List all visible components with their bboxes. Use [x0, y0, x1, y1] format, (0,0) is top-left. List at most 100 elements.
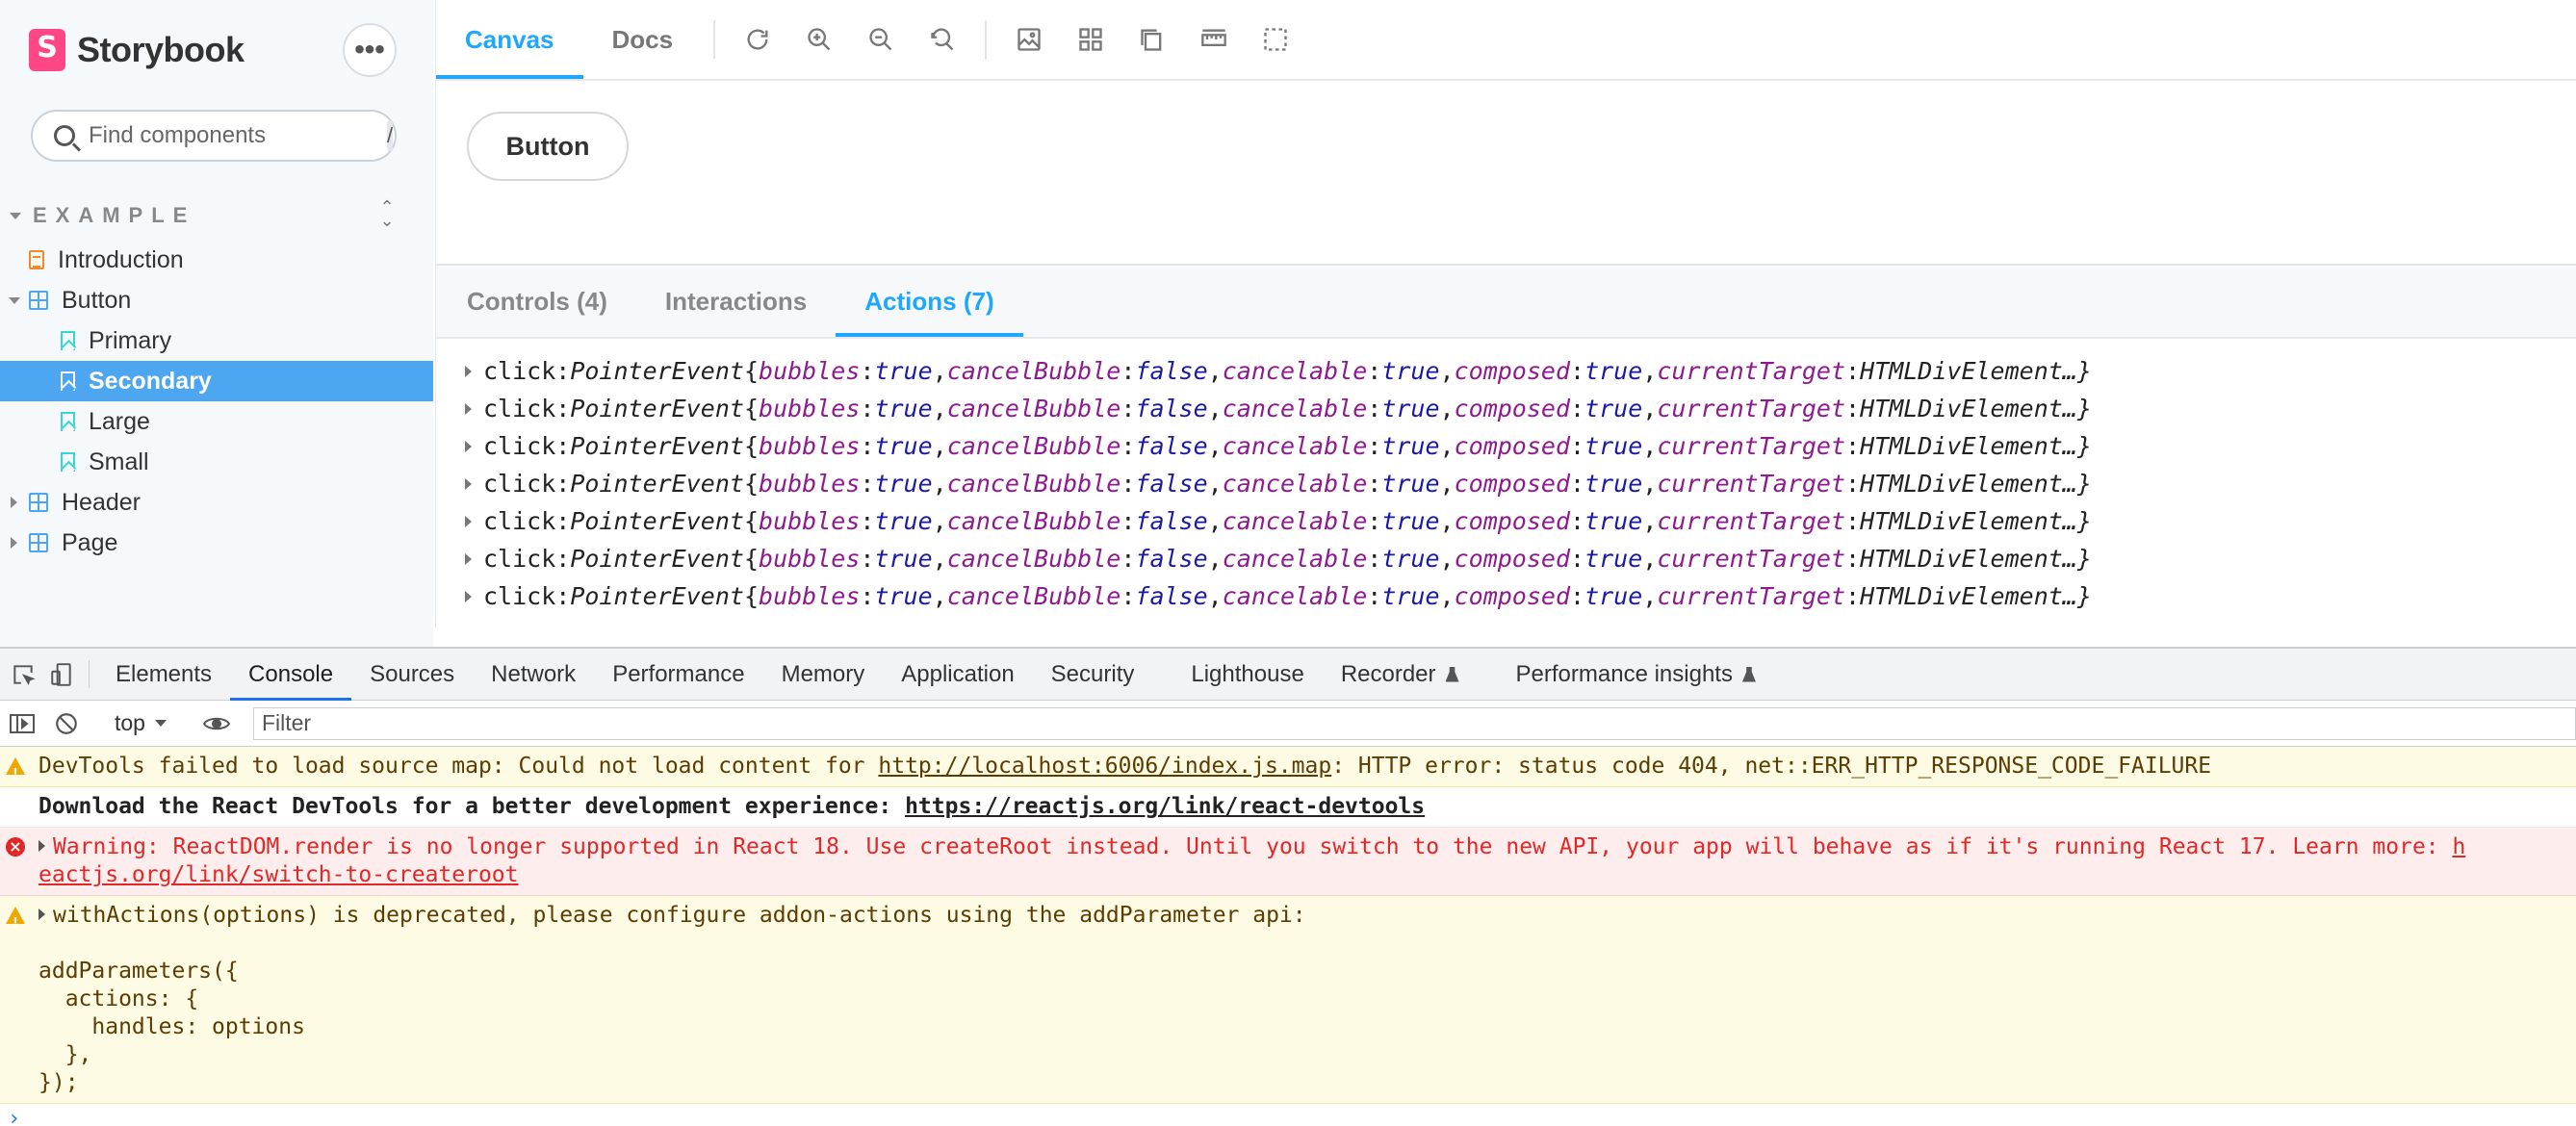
sidebar-item-label: Primary — [89, 326, 172, 354]
devtools-tab-memory[interactable]: Memory — [763, 649, 884, 700]
action-prop-key: cancelBubble — [946, 507, 1121, 535]
devtools-tab-lighthouse[interactable]: Lighthouse — [1172, 649, 1322, 700]
expand-all-icon[interactable]: ⌃ ⌄ — [375, 198, 399, 229]
devtools-tab-network[interactable]: Network — [473, 649, 594, 700]
device-toolbar-icon[interactable] — [42, 649, 81, 700]
collapsed-caret-icon — [11, 497, 17, 508]
tab-docs[interactable]: Docs — [583, 0, 703, 79]
chevron-down-icon — [154, 720, 167, 727]
sidebar-item-secondary[interactable]: Secondary — [0, 361, 433, 401]
devtools-tab-application[interactable]: Application — [883, 649, 1032, 700]
grid-icon[interactable] — [1060, 0, 1121, 79]
devtools-tab-label: Recorder — [1340, 660, 1436, 687]
console-filter-input[interactable] — [252, 706, 2576, 740]
zoom-in-icon[interactable] — [788, 0, 850, 79]
action-prop-key: composed — [1454, 432, 1571, 460]
group-example[interactable]: EXAMPLE ⌃ ⌄ — [10, 198, 399, 233]
action-prop-key: cancelBubble — [946, 357, 1121, 385]
devtools-tab-security[interactable]: Security — [1033, 649, 1173, 700]
expand-caret-icon — [465, 515, 472, 527]
tab-interactions[interactable]: Interactions — [636, 266, 836, 337]
bookmark-icon — [61, 452, 75, 472]
context-selector[interactable]: top — [101, 710, 180, 736]
sidebar-item-label: Button — [62, 286, 132, 314]
zoom-out-icon[interactable] — [850, 0, 912, 79]
devtools-panel: Elements Console Sources Network Perform… — [0, 647, 2576, 1126]
action-row[interactable]: click: PointerEvent {bubbles: true, canc… — [465, 577, 2576, 615]
live-expression-eye-icon[interactable] — [193, 713, 241, 734]
zoom-reset-icon[interactable] — [912, 0, 973, 79]
console-prompt[interactable]: › — [8, 1107, 20, 1126]
sidebar-item-page[interactable]: Page — [0, 523, 433, 563]
action-prop-key: currentTarget — [1657, 432, 1846, 460]
tab-canvas[interactable]: Canvas — [436, 0, 583, 79]
devtools-tab-recorder[interactable]: Recorder — [1323, 649, 1498, 700]
console-link[interactable]: eactjs.org/link/switch-to-createroot — [39, 862, 519, 887]
action-prop-key: composed — [1454, 395, 1571, 422]
action-row[interactable]: click: PointerEvent {bubbles: true, canc… — [465, 427, 2576, 465]
action-prop-value: true — [1381, 582, 1440, 610]
console-link[interactable]: http://localhost:6006/index.js.map — [878, 754, 1331, 779]
sidebar-item-introduction[interactable]: Introduction — [0, 240, 433, 280]
inspect-element-icon[interactable] — [4, 649, 42, 700]
expand-caret-icon[interactable] — [39, 908, 45, 920]
action-row[interactable]: click: PointerEvent {bubbles: true, canc… — [465, 540, 2576, 577]
devtools-divider — [89, 660, 90, 688]
console-link[interactable]: https://reactjs.org/link/react-devtools — [905, 794, 1425, 819]
action-prop-key: composed — [1454, 582, 1571, 610]
action-type: PointerEvent — [570, 470, 744, 498]
component-icon — [29, 493, 48, 512]
search-shortcut-key: / — [387, 120, 394, 151]
refresh-icon[interactable] — [727, 0, 788, 79]
context-value: top — [115, 710, 145, 735]
action-row[interactable]: click: PointerEvent {bubbles: true, canc… — [465, 465, 2576, 502]
action-prop-value: false — [1135, 582, 1208, 610]
measure-icon[interactable] — [1183, 0, 1245, 79]
action-prop-key: cancelable — [1222, 357, 1368, 385]
background-icon[interactable] — [998, 0, 1060, 79]
action-log: click: PointerEvent {bubbles: true, canc… — [436, 339, 2576, 615]
devtools-tab-console[interactable]: Console — [230, 649, 352, 701]
devtools-tab-sources[interactable]: Sources — [351, 649, 473, 700]
action-row[interactable]: click: PointerEvent {bubbles: true, canc… — [465, 502, 2576, 540]
action-row[interactable]: click: PointerEvent {bubbles: true, canc… — [465, 390, 2576, 427]
more-menu-button[interactable]: ••• — [343, 23, 397, 77]
storybook-logo[interactable]: Storybook — [29, 27, 245, 73]
search-box[interactable]: / — [31, 110, 397, 162]
devtools-tab-elements[interactable]: Elements — [97, 649, 230, 700]
search-input[interactable] — [89, 122, 387, 149]
action-prop-key: cancelable — [1222, 395, 1368, 422]
tab-controls[interactable]: Controls (4) — [438, 266, 636, 337]
sidebar-item-large[interactable]: Large — [0, 401, 433, 442]
action-type: PointerEvent — [570, 507, 744, 535]
action-prop-key: bubbles — [759, 357, 861, 385]
warning-icon — [6, 907, 25, 937]
outline-icon[interactable] — [1245, 0, 1306, 79]
clear-console-icon[interactable] — [44, 711, 89, 736]
action-prop-value: false — [1135, 507, 1208, 535]
action-prop-key: cancelBubble — [946, 545, 1121, 573]
sidebar-item-primary[interactable]: Primary — [0, 320, 433, 361]
toolbar-divider — [985, 20, 988, 59]
sidebar-toggle-icon[interactable] — [0, 712, 44, 735]
action-prop-key: bubbles — [759, 507, 861, 535]
console-link[interactable]: h — [2453, 834, 2466, 859]
devtools-tab-performance[interactable]: Performance — [594, 649, 762, 700]
story-button[interactable]: Button — [467, 112, 629, 181]
viewport-icon[interactable] — [1121, 0, 1183, 79]
action-prop-key: bubbles — [759, 470, 861, 498]
sidebar-item-small[interactable]: Small — [0, 442, 433, 482]
action-prop-value: true — [1381, 357, 1440, 385]
experimental-flask-icon — [1741, 666, 1756, 682]
devtools-tab-performance-insights[interactable]: Performance insights — [1498, 649, 1774, 700]
sidebar-item-button[interactable]: Button — [0, 280, 433, 320]
expand-caret-icon[interactable] — [39, 839, 45, 852]
action-row[interactable]: click: PointerEvent {bubbles: true, canc… — [465, 352, 2576, 390]
action-type: PointerEvent — [570, 432, 744, 460]
console-toolbar: top — [0, 701, 2576, 747]
action-prop-value: HTMLDivElement…} — [1860, 395, 2092, 422]
sidebar-item-header[interactable]: Header — [0, 482, 433, 523]
action-prop-value: true — [1584, 470, 1643, 498]
action-prop-key: bubbles — [759, 545, 861, 573]
tab-actions[interactable]: Actions (7) — [836, 266, 1023, 337]
